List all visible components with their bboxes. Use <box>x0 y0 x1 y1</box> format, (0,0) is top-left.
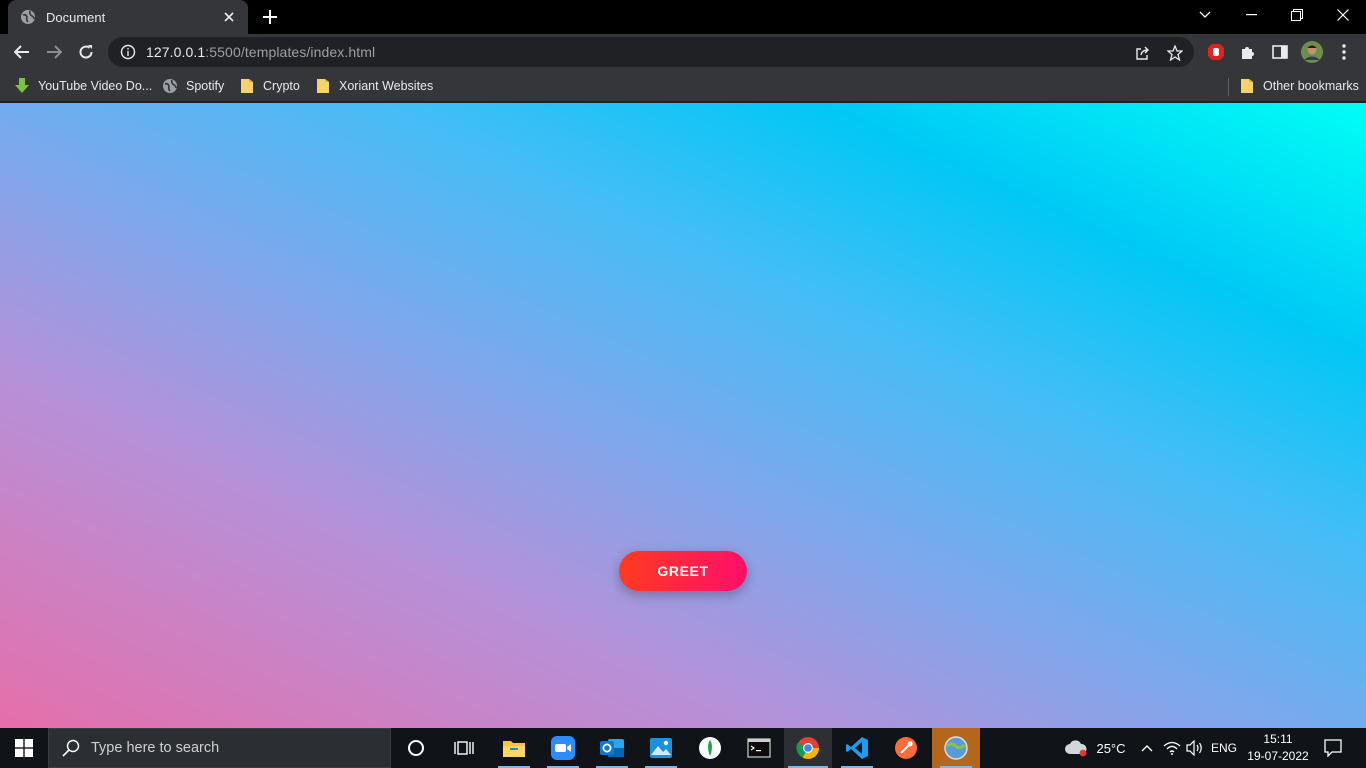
browser-tab[interactable]: Document <box>8 0 248 34</box>
bookmark-label: YouTube Video Do... <box>38 79 153 93</box>
globe-icon <box>162 78 178 94</box>
photos-icon[interactable] <box>637 728 685 768</box>
mongodb-compass-icon[interactable] <box>686 728 734 768</box>
notification-center-icon[interactable] <box>1318 728 1348 768</box>
close-window-icon[interactable] <box>1320 0 1366 30</box>
weather-temperature: 25°C <box>1096 740 1126 756</box>
folder-icon <box>315 78 331 94</box>
chrome-icon[interactable] <box>784 728 832 768</box>
bookmark-star-icon[interactable] <box>1166 44 1184 62</box>
page-background: GREET <box>0 103 1366 728</box>
adblock-extension-icon[interactable] <box>1204 40 1228 64</box>
bookmarks-bar: YouTube Video Do... Spotify Crypto Xoria… <box>0 70 1366 102</box>
bookmark-youtube-downloader[interactable]: YouTube Video Do... <box>14 74 152 98</box>
restore-icon[interactable] <box>1274 0 1320 30</box>
windows-taskbar: Type here to search 25°C ENG 15:11 19-07… <box>0 728 1366 768</box>
zoom-icon[interactable] <box>539 728 587 768</box>
folder-icon <box>1239 78 1255 94</box>
cloud-weather-icon <box>1064 738 1088 758</box>
clock-date: 19-07-2022 <box>1247 749 1309 763</box>
bookmark-folder-xoriant[interactable]: Xoriant Websites <box>315 74 433 98</box>
back-arrow-icon[interactable] <box>8 38 36 66</box>
greet-button[interactable]: GREET <box>619 551 747 591</box>
site-info-icon[interactable] <box>120 44 136 60</box>
clock-time: 15:11 <box>1263 732 1293 746</box>
wifi-icon[interactable] <box>1160 728 1184 768</box>
postman-icon[interactable] <box>882 728 930 768</box>
windows-start-icon[interactable] <box>0 728 48 768</box>
browser-toolbar: 127.0.0.1:5500/templates/index.html <box>0 34 1366 70</box>
bookmark-folder-crypto[interactable]: Crypto <box>239 74 300 98</box>
url-host: 127.0.0.1 <box>146 44 206 60</box>
input-language[interactable]: ENG <box>1208 728 1240 768</box>
extensions-puzzle-icon[interactable] <box>1236 40 1260 64</box>
terminal-icon[interactable] <box>735 728 783 768</box>
volume-icon[interactable] <box>1183 728 1207 768</box>
bookmark-label: Xoriant Websites <box>339 79 434 93</box>
bookmark-spotify[interactable]: Spotify <box>162 74 224 98</box>
bookmarks-divider <box>1228 78 1229 96</box>
new-tab-button[interactable] <box>258 6 282 28</box>
side-panel-icon[interactable] <box>1268 40 1292 64</box>
minimize-icon[interactable] <box>1228 0 1274 30</box>
tab-close-icon[interactable] <box>220 8 238 26</box>
url-text: 127.0.0.1:5500/templates/index.html <box>146 44 375 60</box>
tab-title: Document <box>46 9 106 25</box>
search-placeholder: Type here to search <box>91 740 220 756</box>
bookmark-other-bookmarks[interactable]: Other bookmarks <box>1239 74 1359 98</box>
profile-avatar[interactable] <box>1300 40 1324 64</box>
file-explorer-icon[interactable] <box>490 728 538 768</box>
search-icon <box>61 738 81 758</box>
share-icon[interactable] <box>1134 44 1152 62</box>
folder-icon <box>239 78 255 94</box>
reload-icon[interactable] <box>72 38 100 66</box>
address-bar[interactable]: 127.0.0.1:5500/templates/index.html <box>108 37 1194 67</box>
weather-widget[interactable]: 25°C <box>1060 728 1130 768</box>
cortana-icon[interactable] <box>392 728 440 768</box>
bookmark-label: Spotify <box>186 79 225 93</box>
browser-app-icon[interactable] <box>932 728 980 768</box>
forward-arrow-icon[interactable] <box>40 38 68 66</box>
vscode-icon[interactable] <box>833 728 881 768</box>
taskbar-search-box[interactable]: Type here to search <box>48 728 391 768</box>
task-view-icon[interactable] <box>440 728 488 768</box>
tab-search-chevron-icon[interactable] <box>1182 0 1228 30</box>
taskbar-clock[interactable]: 15:11 19-07-2022 <box>1238 730 1318 766</box>
bookmark-label: Other bookmarks <box>1263 79 1359 93</box>
download-arrow-icon <box>14 78 30 94</box>
menu-kebab-icon[interactable] <box>1332 40 1356 64</box>
title-bar: Document <box>0 0 1366 34</box>
bookmark-label: Crypto <box>263 79 300 93</box>
url-path: :5500/templates/index.html <box>205 44 376 60</box>
globe-icon <box>20 9 36 25</box>
tray-overflow-chevron-icon[interactable] <box>1136 728 1158 768</box>
outlook-icon[interactable] <box>588 728 636 768</box>
